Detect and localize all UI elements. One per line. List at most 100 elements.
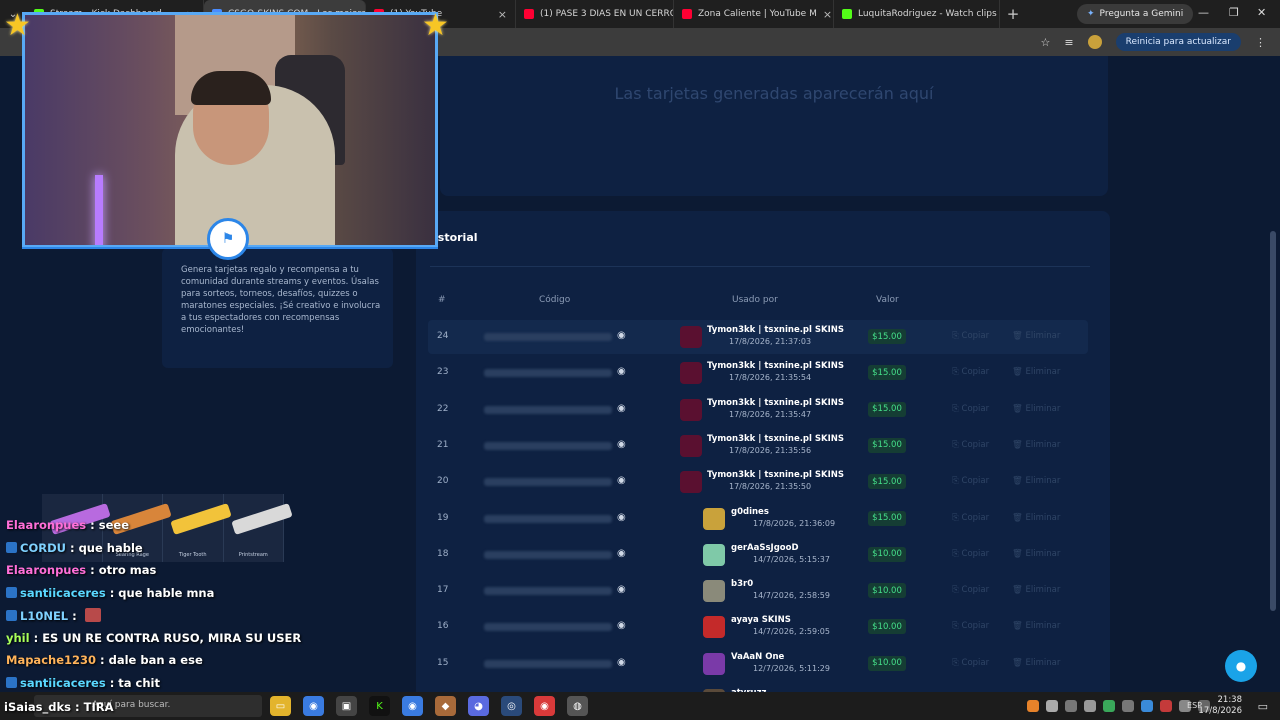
used-date: 17/8/2026, 21:35:47	[729, 409, 812, 419]
generated-cards-panel: Las tarjetas generadas aparecerán aquí	[440, 56, 1108, 196]
table-row[interactable]: 14 ◉ atyruzz	[428, 683, 1088, 692]
tray-icon[interactable]	[1027, 700, 1039, 712]
table-row[interactable]: 22 ◉ Tymon3kk | tsxnine.pl SKINS 17/8/20…	[428, 393, 1088, 427]
row-number: 16	[437, 621, 449, 632]
tray-icon[interactable]	[1065, 700, 1077, 712]
user-avatar	[680, 471, 702, 494]
eye-icon[interactable]: ◉	[617, 403, 626, 414]
eye-icon[interactable]: ◉	[617, 657, 626, 668]
copy-button[interactable]: ⎘ Copiar	[952, 440, 989, 450]
eye-icon[interactable]: ◉	[617, 330, 626, 341]
delete-button[interactable]: 🗑 Eliminar	[1012, 476, 1060, 486]
minimize-button[interactable]: —	[1198, 6, 1209, 19]
page-scrollbar[interactable]	[1270, 231, 1276, 611]
bookmark-star-icon[interactable]: ☆	[1041, 36, 1051, 49]
table-row[interactable]: 21 ◉ Tymon3kk | tsxnine.pl SKINS 17/8/20…	[428, 429, 1088, 463]
eye-icon[interactable]: ◉	[617, 548, 626, 559]
value-badge: $15.00	[868, 365, 906, 381]
obs-icon[interactable]: ◍	[567, 696, 588, 716]
delete-button[interactable]: 🗑 Eliminar	[1012, 513, 1060, 523]
delete-button[interactable]: 🗑 Eliminar	[1012, 658, 1060, 668]
browser-tab[interactable]: Zona Caliente | YouTube M ×	[674, 0, 834, 28]
value-badge: $15.00	[868, 437, 906, 453]
file-explorer-icon[interactable]: ▭	[270, 696, 291, 716]
browser-tab[interactable]: LuquitaRodriguez - Watch clips ×	[834, 0, 1000, 28]
chat-username: yhil	[6, 630, 30, 645]
delete-button[interactable]: 🗑 Eliminar	[1012, 440, 1060, 450]
eye-icon[interactable]: ◉	[617, 584, 626, 595]
table-row[interactable]: 24 ◉ Tymon3kk | tsxnine.pl SKINS 17/8/20…	[428, 320, 1088, 354]
taskbar: Aquí para buscar. ▭ ◉ ▣ K ◉ ◆ ◕ ◎ ◉ ◍ ES…	[0, 692, 1280, 720]
table-row[interactable]: 18 ◉ gerAaSsJgooD 14/7/2026, 5:15:37 $10…	[428, 538, 1088, 572]
maximize-button[interactable]: ❐	[1229, 6, 1239, 19]
delete-button[interactable]: 🗑 Eliminar	[1012, 549, 1060, 559]
notification-icon[interactable]: ▭	[1258, 700, 1268, 713]
copy-button[interactable]: ⎘ Copiar	[952, 658, 989, 668]
tray-icon[interactable]	[1122, 700, 1134, 712]
delete-button[interactable]: 🗑 Eliminar	[1012, 404, 1060, 414]
app-icon[interactable]: ▣	[336, 696, 357, 716]
chrome-icon[interactable]: ◉	[534, 696, 555, 716]
eye-icon[interactable]: ◉	[617, 366, 626, 377]
tray-icon[interactable]	[1084, 700, 1096, 712]
steam-icon[interactable]: ◎	[501, 696, 522, 716]
copy-button[interactable]: ⎘ Copiar	[952, 331, 989, 341]
copy-button[interactable]: ⎘ Copiar	[952, 549, 989, 559]
kick-app-icon[interactable]: K	[369, 696, 390, 716]
tray-icon[interactable]	[1046, 700, 1058, 712]
new-tab-button[interactable]: +	[1000, 5, 1026, 23]
chat-message: Elaaronpues : seee	[6, 518, 129, 532]
col-code: Código	[539, 295, 571, 305]
tray-icon[interactable]	[1141, 700, 1153, 712]
chrome-icon[interactable]: ◉	[303, 696, 324, 716]
chrome-icon[interactable]: ◉	[402, 696, 423, 716]
update-button[interactable]: Reinicia para actualizar	[1115, 33, 1241, 51]
table-row[interactable]: 16 ◉ ayaya SKINS 14/7/2026, 2:59:05 $10.…	[428, 610, 1088, 644]
copy-button[interactable]: ⎘ Copiar	[952, 404, 989, 414]
delete-button[interactable]: 🗑 Eliminar	[1012, 367, 1060, 377]
copy-button[interactable]: ⎘ Copiar	[952, 476, 989, 486]
eye-icon[interactable]: ◉	[617, 620, 626, 631]
chat-badge-icon	[6, 586, 17, 598]
chat-message: Mapache1230 : dale ban a ese	[6, 653, 203, 667]
used-date: 14/7/2026, 2:59:05	[753, 627, 830, 637]
table-row[interactable]: 20 ◉ Tymon3kk | tsxnine.pl SKINS 17/8/20…	[428, 465, 1088, 499]
close-window-button[interactable]: ✕	[1257, 6, 1266, 19]
clock[interactable]: 21:38 17/8/2026	[1198, 695, 1242, 717]
user-name: g0dines	[731, 506, 769, 517]
copy-button[interactable]: ⎘ Copiar	[952, 621, 989, 631]
table-row[interactable]: 19 ◉ g0dines 17/8/2026, 21:36:09 $15.00 …	[428, 502, 1088, 536]
user-avatar	[680, 398, 702, 421]
browser-tab[interactable]: (1) PASE 3 DIAS EN UN CERRO , ×	[516, 0, 674, 28]
tray-icon[interactable]	[1160, 700, 1172, 712]
copy-button[interactable]: ⎘ Copiar	[952, 367, 989, 377]
gemini-button[interactable]: ✦ Pregunta a Gemini	[1077, 4, 1194, 24]
discord-icon[interactable]: ◕	[468, 696, 489, 716]
user-avatar	[703, 543, 725, 566]
table-row[interactable]: 23 ◉ Tymon3kk | tsxnine.pl SKINS 17/8/20…	[428, 356, 1088, 390]
table-row[interactable]: 15 ◉ VaAaN One 12/7/2026, 5:11:29 $10.00…	[428, 647, 1088, 681]
close-tab-icon[interactable]: ×	[823, 8, 832, 21]
row-number: 19	[437, 512, 449, 523]
empty-cards-text: Las tarjetas generadas aparecerán aquí	[614, 84, 934, 103]
star-icon: ★	[422, 8, 449, 43]
eye-icon[interactable]: ◉	[617, 439, 626, 450]
delete-button[interactable]: 🗑 Eliminar	[1012, 621, 1060, 631]
profile-avatar[interactable]	[1087, 35, 1102, 49]
kebab-menu-icon[interactable]: ⋮	[1255, 36, 1266, 49]
tray-icon[interactable]	[1103, 700, 1115, 712]
media-control-icon[interactable]: ≡	[1064, 36, 1073, 49]
copy-button[interactable]: ⎘ Copiar	[952, 585, 989, 595]
copy-button[interactable]: ⎘ Copiar	[952, 513, 989, 523]
eye-icon[interactable]: ◉	[617, 512, 626, 523]
delete-button[interactable]: 🗑 Eliminar	[1012, 585, 1060, 595]
hidden-code	[484, 369, 612, 378]
chat-support-button[interactable]: ●	[1225, 650, 1257, 682]
game-icon[interactable]: ◆	[435, 696, 456, 716]
chat-text: que hable mna	[118, 585, 215, 600]
eye-icon[interactable]: ◉	[617, 475, 626, 486]
table-row[interactable]: 17 ◉ b3r0 14/7/2026, 2:58:59 $10.00 ⎘ Co…	[428, 574, 1088, 608]
used-date: 17/8/2026, 21:35:50	[729, 482, 812, 492]
close-tab-icon[interactable]: ×	[498, 8, 507, 21]
delete-button[interactable]: 🗑 Eliminar	[1012, 331, 1060, 341]
